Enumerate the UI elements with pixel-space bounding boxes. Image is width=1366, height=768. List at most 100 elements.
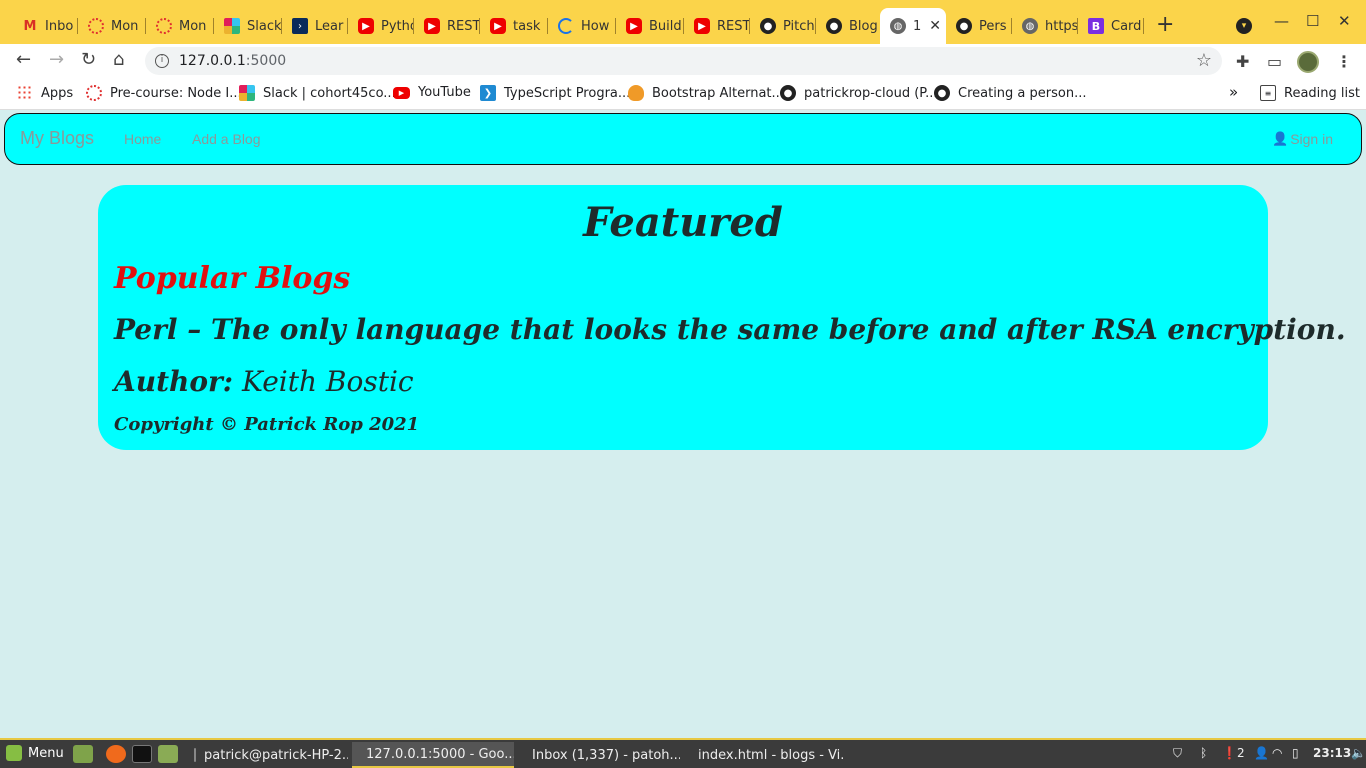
tab-learn[interactable]: › Lear bbox=[282, 11, 348, 41]
sign-in-link[interactable]: 👤 Sign in bbox=[1272, 131, 1333, 147]
minimize-icon[interactable]: — bbox=[1274, 12, 1289, 30]
youtube-icon: ▶ bbox=[358, 18, 374, 34]
tab-bootstrap-card[interactable]: B Card bbox=[1078, 11, 1144, 41]
sign-in-label: Sign in bbox=[1290, 131, 1333, 147]
taskbar-chrome-inbox[interactable]: Inbox (1,337) - patoh... bbox=[518, 742, 680, 768]
fox-icon bbox=[628, 85, 644, 101]
back-arrow-icon[interactable]: ← bbox=[16, 50, 31, 70]
blog-author: Author: Keith Bostic bbox=[114, 365, 414, 398]
tab-github-blog[interactable]: ● Blog bbox=[816, 11, 880, 41]
close-window-icon[interactable]: ✕ bbox=[1338, 12, 1351, 30]
notifications-indicator[interactable]: ❗2 bbox=[1222, 746, 1245, 760]
browser-menu-icon[interactable]: ⋮ bbox=[1336, 52, 1352, 71]
github-icon: ● bbox=[780, 85, 796, 101]
bookmark-label: TypeScript Progra... bbox=[504, 85, 631, 101]
tab-active-localhost[interactable]: ◍ 1 ✕ bbox=[880, 8, 946, 44]
bookmark-pre-course[interactable]: Pre-course: Node I... bbox=[86, 85, 242, 101]
taskbar-vscode[interactable]: index.html - blogs - Vi... bbox=[684, 742, 844, 768]
bookmarks-overflow-button[interactable]: » bbox=[1229, 83, 1238, 101]
task-label: patrick@patrick-HP-2... bbox=[204, 747, 348, 763]
bookmark-youtube[interactable]: ▶ YouTube bbox=[393, 85, 471, 100]
new-tab-plus-icon[interactable]: + bbox=[1156, 13, 1174, 37]
bookmark-apps[interactable]: Apps bbox=[17, 85, 73, 101]
tab-github-pers[interactable]: ● Pers bbox=[946, 11, 1012, 41]
bookmark-patrickrop-cloud[interactable]: ● patrickrop-cloud (P... bbox=[780, 85, 938, 101]
tab-label: Mon bbox=[111, 18, 139, 34]
bookmark-star-icon[interactable]: ☆ bbox=[1196, 50, 1212, 71]
reload-icon[interactable]: ↻ bbox=[81, 50, 96, 70]
tab-github-pitch[interactable]: ● Pitch bbox=[750, 11, 816, 41]
url-port: :5000 bbox=[245, 53, 287, 69]
tab-youtube-task[interactable]: ▶ task bbox=[480, 11, 548, 41]
tab-search-icon[interactable]: ▾ bbox=[1236, 18, 1252, 34]
site-info-icon[interactable]: i bbox=[155, 54, 169, 68]
clock[interactable]: 23:13 bbox=[1313, 746, 1351, 760]
url-host: 127.0.0.1 bbox=[179, 53, 246, 69]
tab-moringa-1[interactable]: Mon bbox=[78, 11, 146, 41]
forward-arrow-icon[interactable]: → bbox=[49, 50, 64, 70]
reading-list-label: Reading list bbox=[1284, 85, 1360, 101]
bookmark-slack[interactable]: Slack | cohort45co... bbox=[239, 85, 396, 101]
address-bar[interactable]: i 127.0.0.1:5000 ☆ bbox=[145, 47, 1222, 75]
volume-icon[interactable]: 🔈 bbox=[1351, 746, 1366, 760]
bluetooth-icon[interactable]: ᛒ bbox=[1200, 746, 1207, 760]
extensions-puzzle-icon[interactable]: ✚ bbox=[1236, 52, 1249, 71]
bookmark-creating-personal[interactable]: ● Creating a person... bbox=[934, 85, 1087, 101]
youtube-icon: ▶ bbox=[424, 18, 440, 34]
blog-title[interactable]: Perl – The only language that looks the … bbox=[114, 313, 1346, 346]
tab-label: Card bbox=[1111, 18, 1142, 34]
youtube-icon: ▶ bbox=[694, 18, 710, 34]
bookmark-bootstrap-alternatives[interactable]: Bootstrap Alternat... bbox=[628, 85, 784, 101]
taskbar-chrome-localhost[interactable]: 127.0.0.1:5000 - Goo... bbox=[352, 742, 514, 768]
browser-tab-strip: M Inbo Mon Mon Slack › Lear ▶ Pytho ▶ RE… bbox=[0, 0, 1366, 44]
terminal-launcher-icon[interactable] bbox=[132, 745, 152, 763]
shield-icon[interactable]: ⛉ bbox=[1173, 746, 1182, 761]
maximize-icon[interactable]: ☐ bbox=[1306, 12, 1319, 30]
wifi-icon[interactable]: ◠ bbox=[1272, 746, 1282, 760]
bookmark-typescript[interactable]: ❯ TypeScript Progra... bbox=[480, 85, 630, 101]
popular-blogs-heading: Popular Blogs bbox=[114, 261, 351, 296]
cast-icon[interactable]: ▭ bbox=[1267, 52, 1282, 71]
alert-icon: ❗ bbox=[1222, 746, 1237, 760]
tab-label: REST bbox=[447, 18, 480, 34]
tab-how[interactable]: How bbox=[548, 11, 616, 41]
tab-gmail-inbox[interactable]: M Inbo bbox=[12, 11, 78, 41]
tab-youtube-python[interactable]: ▶ Pytho bbox=[348, 11, 414, 41]
home-icon[interactable]: ⌂ bbox=[113, 50, 124, 70]
tab-label: Blog bbox=[849, 18, 878, 34]
firefox-icon[interactable] bbox=[106, 745, 126, 763]
site-brand[interactable]: My Blogs bbox=[20, 128, 94, 149]
tab-label: 1 bbox=[913, 18, 922, 34]
moringa-icon bbox=[88, 18, 104, 34]
bootstrap-icon: B bbox=[1088, 18, 1104, 34]
terminal-icon bbox=[194, 748, 196, 762]
reading-list-button[interactable]: ≡ Reading list bbox=[1260, 85, 1360, 101]
profile-avatar[interactable] bbox=[1297, 51, 1319, 73]
battery-icon[interactable]: ▯ bbox=[1292, 746, 1299, 760]
globe-icon: ◍ bbox=[1022, 18, 1038, 34]
tab-youtube-rest[interactable]: ▶ REST bbox=[414, 11, 480, 41]
task-label: 127.0.0.1:5000 - Goo... bbox=[366, 746, 514, 762]
tab-label: REST bbox=[717, 18, 750, 34]
nav-home-link[interactable]: Home bbox=[124, 131, 161, 147]
web-page: My Blogs Home Add a Blog 👤 Sign in Featu… bbox=[0, 111, 1366, 738]
close-tab-icon[interactable]: ✕ bbox=[929, 18, 941, 34]
tab-label: Pers bbox=[979, 18, 1007, 34]
tab-youtube-build[interactable]: ▶ Build bbox=[616, 11, 684, 41]
tab-slack[interactable]: Slack bbox=[214, 11, 282, 41]
tab-label: Build bbox=[649, 18, 682, 34]
tab-youtube-rest-2[interactable]: ▶ REST bbox=[684, 11, 750, 41]
nav-add-blog-link[interactable]: Add a Blog bbox=[192, 131, 261, 147]
tab-https[interactable]: ◍ https bbox=[1012, 11, 1078, 41]
taskbar-terminal-window[interactable]: patrick@patrick-HP-2... bbox=[188, 742, 348, 768]
tab-label: https bbox=[1045, 18, 1078, 34]
files-folder-icon[interactable] bbox=[158, 745, 178, 763]
author-label: Author: bbox=[114, 365, 234, 398]
start-menu-button[interactable]: Menu bbox=[6, 745, 64, 761]
featured-heading: Featured bbox=[583, 199, 783, 246]
task-label: index.html - blogs - Vi... bbox=[698, 747, 844, 763]
user-icon[interactable]: 👤 bbox=[1254, 746, 1269, 760]
show-desktop-icon[interactable] bbox=[73, 745, 93, 763]
tab-label: Pytho bbox=[381, 18, 414, 34]
tab-moringa-2[interactable]: Mon bbox=[146, 11, 214, 41]
